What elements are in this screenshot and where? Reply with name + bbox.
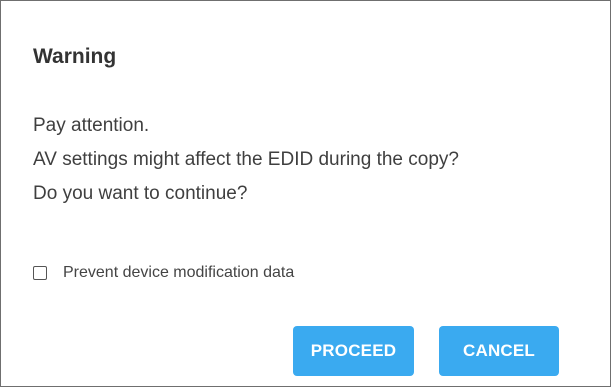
prevent-modification-label: Prevent device modification data [63,264,295,281]
prevent-modification-option[interactable]: Prevent device modification data [33,263,294,283]
warning-dialog: Warning Pay attention. AV settings might… [0,0,611,387]
proceed-button[interactable]: PROCEED [293,326,414,376]
message-line-3: Do you want to continue? [33,183,248,204]
prevent-modification-checkbox[interactable] [33,266,47,280]
dialog-message: Pay attention. AV settings might affect … [33,109,459,211]
message-line-2: AV settings might affect the EDID during… [33,149,459,170]
message-line-1: Pay attention. [33,115,150,136]
dialog-title: Warning [33,45,117,68]
cancel-button[interactable]: CANCEL [439,326,559,376]
